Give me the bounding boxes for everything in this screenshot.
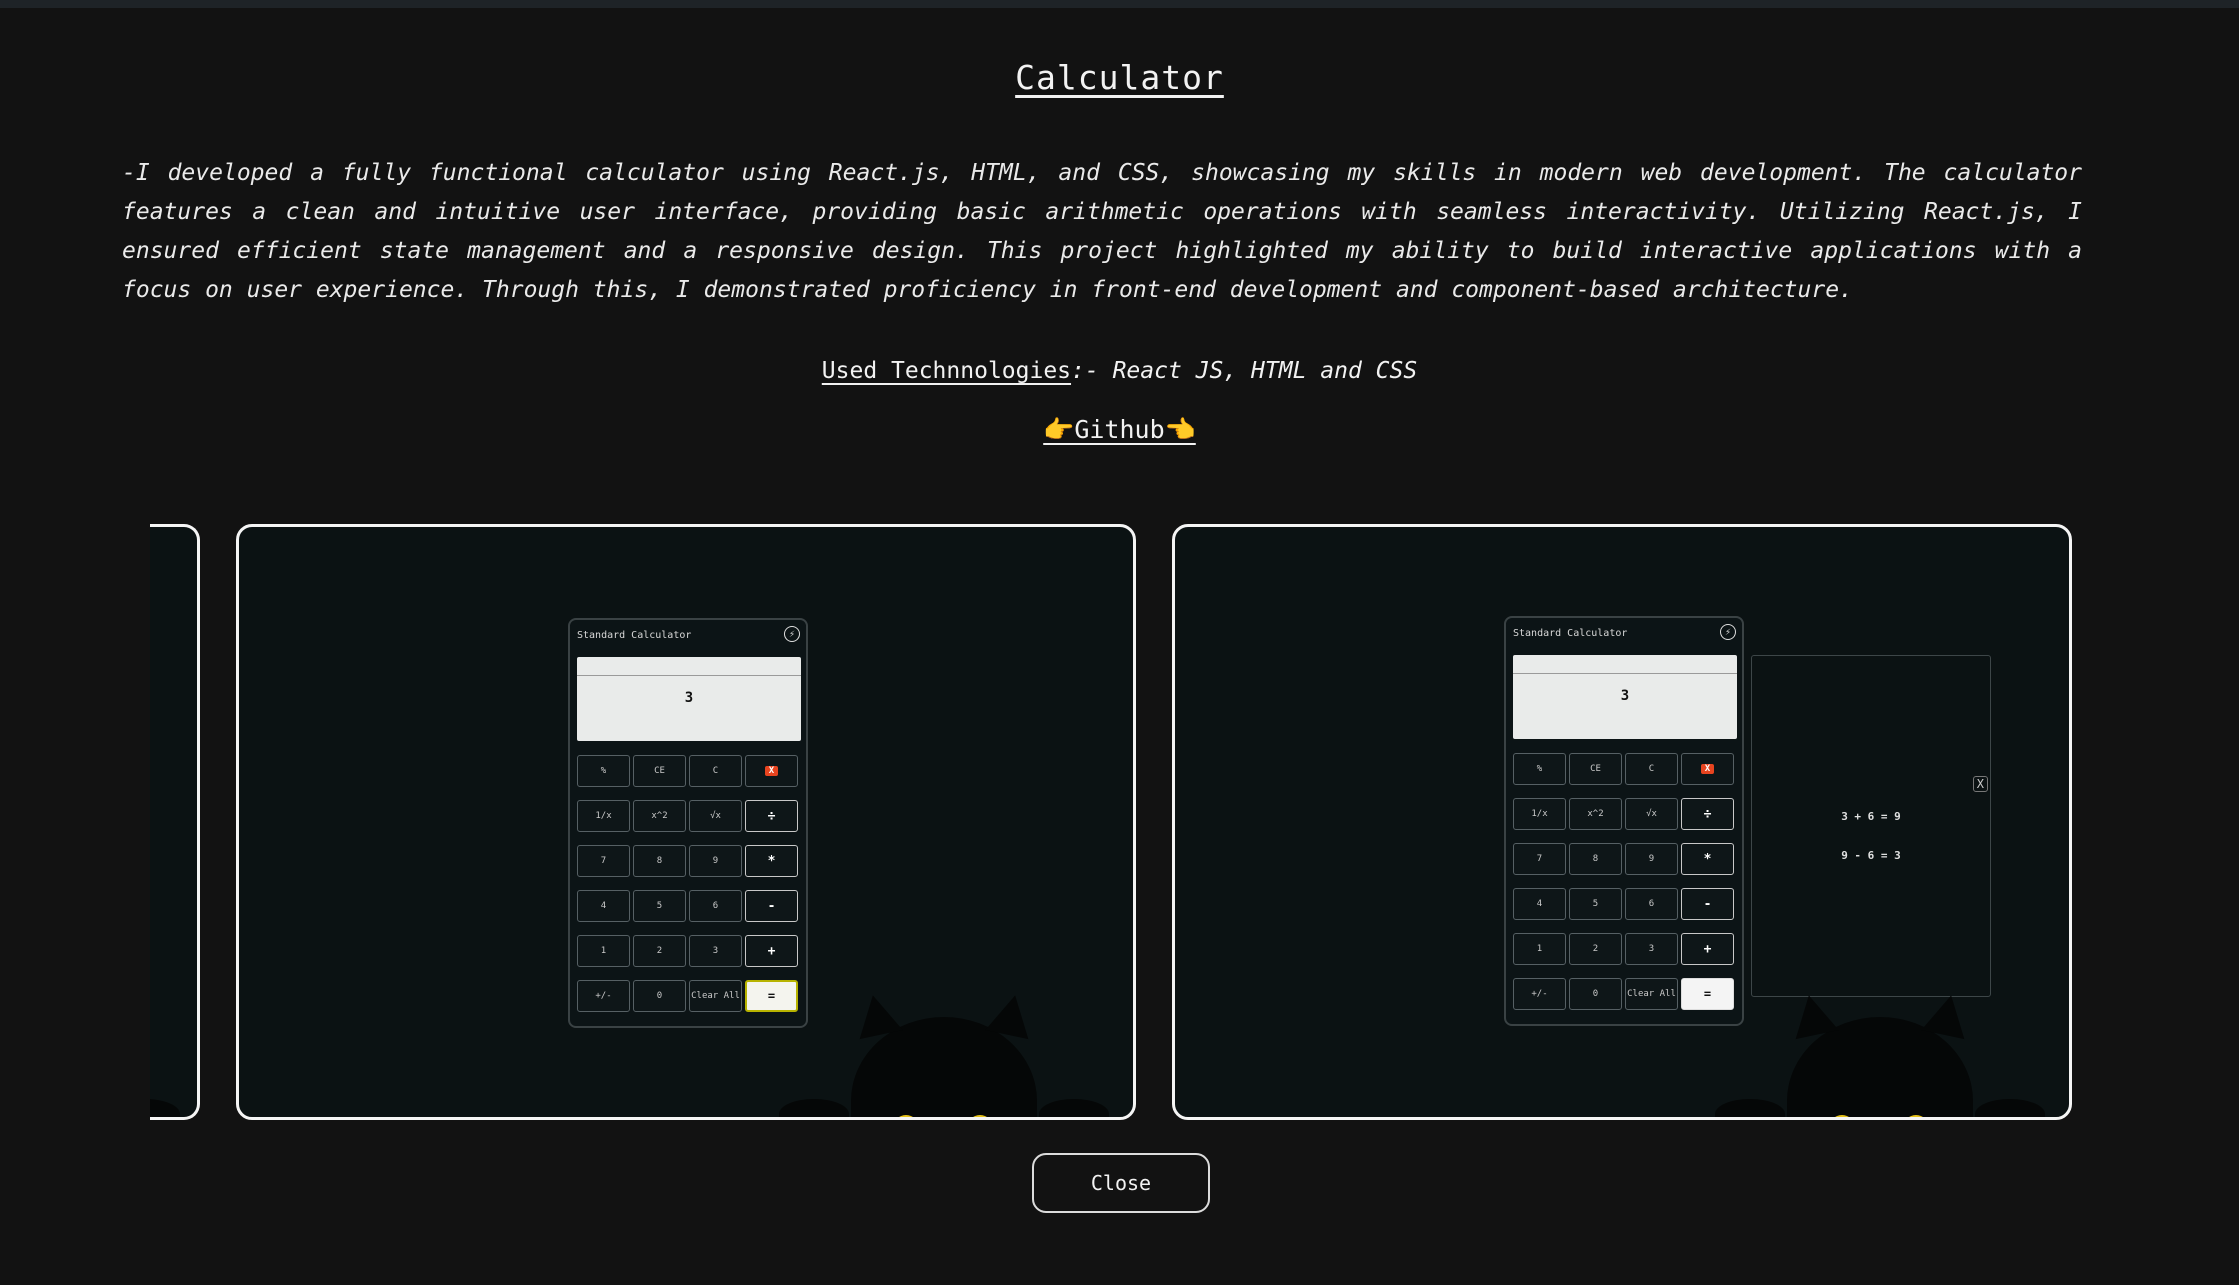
key-ce: CE bbox=[1569, 753, 1622, 785]
key-divide: ÷ bbox=[745, 800, 798, 832]
cat-paw bbox=[1039, 1099, 1109, 1117]
cat-paw bbox=[1975, 1099, 2045, 1117]
key-7: 7 bbox=[1513, 843, 1566, 875]
key-c: C bbox=[689, 755, 742, 787]
close-button[interactable]: Close bbox=[1032, 1153, 1210, 1213]
history-entry: 9 - 6 = 3 bbox=[1841, 849, 1901, 862]
key-1: 1 bbox=[1513, 933, 1566, 965]
key-6: 6 bbox=[689, 890, 742, 922]
calculator-keypad: % CE C X 1/x x^2 √x ÷ 7 8 9 * 4 5 6 - 1 … bbox=[577, 755, 803, 1012]
key-6: 6 bbox=[1625, 888, 1678, 920]
key-plus: + bbox=[1681, 933, 1734, 965]
calculator-title: Standard Calculator bbox=[1513, 628, 1628, 639]
key-negate: +/- bbox=[1513, 978, 1566, 1010]
key-0: 0 bbox=[633, 980, 686, 1012]
history-icon: ⚡ bbox=[1720, 624, 1736, 640]
history-icon: ⚡ bbox=[784, 626, 800, 642]
key-percent: % bbox=[1513, 753, 1566, 785]
key-backspace: X bbox=[745, 755, 798, 787]
calculator-display: 3 bbox=[1513, 655, 1737, 739]
key-ce: CE bbox=[633, 755, 686, 787]
backspace-icon: X bbox=[1700, 764, 1715, 774]
key-2: 2 bbox=[633, 935, 686, 967]
technologies-separator: :- bbox=[1071, 358, 1113, 384]
display-value: 3 bbox=[1620, 688, 1630, 704]
technologies-list: React JS, HTML and CSS bbox=[1112, 358, 1418, 384]
key-1: 1 bbox=[577, 935, 630, 967]
key-8: 8 bbox=[633, 845, 686, 877]
key-9: 9 bbox=[1625, 843, 1678, 875]
technologies-label: Used Technnologies bbox=[821, 358, 1072, 384]
cat-illustration bbox=[851, 990, 1037, 1117]
key-2: 2 bbox=[1569, 933, 1622, 965]
key-3: 3 bbox=[1625, 933, 1678, 965]
screenshot-card-partial[interactable] bbox=[150, 524, 200, 1120]
screenshot-card[interactable]: Standard Calculator ⚡ 3 % CE C X 1/x x^2… bbox=[1172, 524, 2072, 1120]
key-multiply: * bbox=[745, 845, 798, 877]
history-close-icon: X bbox=[1972, 776, 1988, 792]
history-panel: X 3 + 6 = 9 9 - 6 = 3 bbox=[1751, 655, 1991, 997]
github-link[interactable]: 👉Github👈 bbox=[1043, 415, 1196, 444]
key-7: 7 bbox=[577, 845, 630, 877]
key-0: 0 bbox=[1569, 978, 1622, 1010]
key-divide: ÷ bbox=[1681, 798, 1734, 830]
cat-paw bbox=[1715, 1099, 1785, 1117]
key-minus: - bbox=[1681, 888, 1734, 920]
key-square: x^2 bbox=[633, 800, 686, 832]
calculator-widget: Standard Calculator ⚡ 3 % CE C X 1/x x^2… bbox=[568, 618, 808, 1028]
key-negate: +/- bbox=[577, 980, 630, 1012]
key-plus: + bbox=[745, 935, 798, 967]
page-title: Calculator bbox=[1015, 58, 1224, 97]
key-c: C bbox=[1625, 753, 1678, 785]
cat-paw bbox=[779, 1099, 849, 1117]
key-5: 5 bbox=[633, 890, 686, 922]
technologies-line: Used Technnologies:- React JS, HTML and … bbox=[0, 358, 2239, 384]
key-backspace: X bbox=[1681, 753, 1734, 785]
calculator-display: 3 bbox=[577, 657, 801, 741]
key-reciprocal: 1/x bbox=[1513, 798, 1566, 830]
key-clear-all: Clear All bbox=[1625, 978, 1678, 1010]
key-9: 9 bbox=[689, 845, 742, 877]
key-minus: - bbox=[745, 890, 798, 922]
backspace-icon: X bbox=[764, 766, 779, 776]
key-clear-all: Clear All bbox=[689, 980, 742, 1012]
calculator-keypad: % CE C X 1/x x^2 √x ÷ 7 8 9 * 4 5 6 - 1 … bbox=[1513, 753, 1739, 1010]
key-square: x^2 bbox=[1569, 798, 1622, 830]
history-entry: 3 + 6 = 9 bbox=[1841, 810, 1901, 823]
key-reciprocal: 1/x bbox=[577, 800, 630, 832]
top-bar bbox=[0, 0, 2239, 8]
github-row: 👉Github👈 bbox=[0, 415, 2239, 445]
key-multiply: * bbox=[1681, 843, 1734, 875]
display-value: 3 bbox=[684, 690, 694, 706]
key-5: 5 bbox=[1569, 888, 1622, 920]
key-4: 4 bbox=[577, 890, 630, 922]
cat-illustration bbox=[1787, 990, 1973, 1117]
cat-paw bbox=[150, 1099, 180, 1117]
calculator-widget: Standard Calculator ⚡ 3 % CE C X 1/x x^2… bbox=[1504, 616, 1744, 1026]
key-equals: = bbox=[745, 980, 798, 1012]
key-equals: = bbox=[1681, 978, 1734, 1010]
key-percent: % bbox=[577, 755, 630, 787]
key-4: 4 bbox=[1513, 888, 1566, 920]
key-sqrt: √x bbox=[1625, 798, 1678, 830]
project-description: -I developed a fully functional calculat… bbox=[122, 160, 2082, 303]
key-sqrt: √x bbox=[689, 800, 742, 832]
key-3: 3 bbox=[689, 935, 742, 967]
key-8: 8 bbox=[1569, 843, 1622, 875]
calculator-title: Standard Calculator bbox=[577, 630, 692, 641]
screenshot-card[interactable]: Standard Calculator ⚡ 3 % CE C X 1/x x^2… bbox=[236, 524, 1136, 1120]
